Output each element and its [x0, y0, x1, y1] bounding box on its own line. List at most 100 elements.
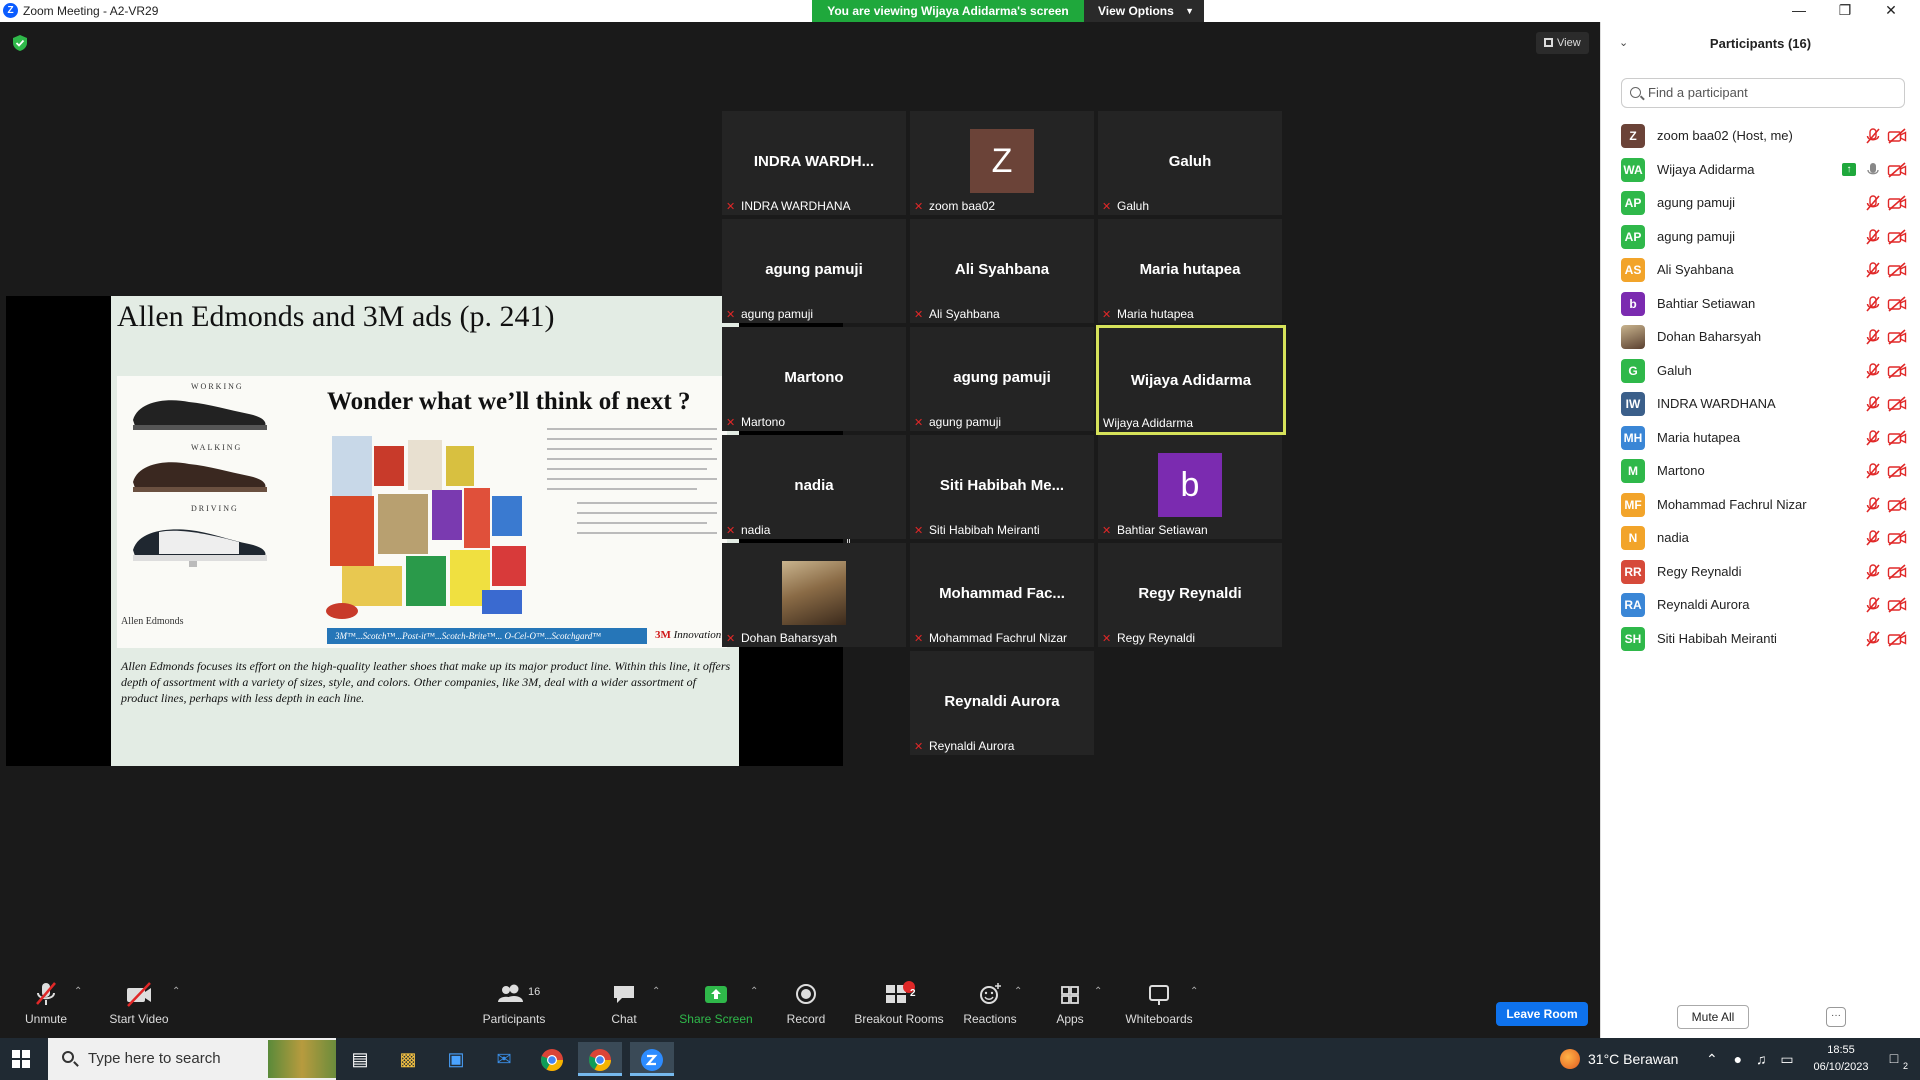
- participant-name: zoom baa02 (Host, me): [1657, 128, 1793, 143]
- camera-off-icon: [1887, 295, 1907, 312]
- close-button[interactable]: ✕: [1868, 0, 1914, 22]
- tile-name-label: Reynaldi Aurora: [929, 739, 1015, 753]
- file-explorer-icon[interactable]: ▩: [386, 1042, 430, 1076]
- participant-tile[interactable]: Mohammad Fac... ✕ Mohammad Fachrul Nizar: [910, 543, 1094, 647]
- ad-body-text: [547, 448, 712, 450]
- leave-room-button[interactable]: Leave Room: [1496, 1002, 1588, 1026]
- start-video-button[interactable]: Start Video: [104, 980, 174, 1038]
- camera-off-icon: [1887, 563, 1907, 580]
- apps-button[interactable]: Apps: [1048, 980, 1092, 1038]
- panel-title: Participants (16): [1709, 36, 1812, 51]
- chat-options-caret-icon[interactable]: ⌃: [652, 986, 660, 997]
- taskbar-clock[interactable]: 18:55 06/10/2023: [1806, 1042, 1876, 1076]
- shared-screen[interactable]: Allen Edmonds and 3M ads (p. 241) WORKIN…: [6, 296, 843, 766]
- mail-icon[interactable]: ✉: [482, 1042, 526, 1076]
- participant-tile[interactable]: b ✕ Bahtiar Setiawan: [1098, 435, 1282, 539]
- participant-name: agung pamuji: [1657, 228, 1736, 244]
- task-view-icon[interactable]: ▤: [338, 1042, 382, 1076]
- whiteboards-button[interactable]: Whiteboards: [1122, 980, 1196, 1038]
- camera-off-icon: [1887, 530, 1907, 546]
- participant-tile[interactable]: ✕ Dohan Baharsyah: [722, 543, 906, 647]
- zoom-icon[interactable]: [630, 1042, 674, 1076]
- volume-icon[interactable]: ♫: [1756, 1051, 1767, 1067]
- record-button[interactable]: Record: [780, 980, 832, 1038]
- participant-tile[interactable]: Wijaya Adidarma Wijaya Adidarma: [1096, 325, 1286, 435]
- tile-display-name: Wijaya Adidarma: [1130, 372, 1252, 389]
- view-button[interactable]: View: [1536, 32, 1589, 54]
- 3m-brand: 3M: [655, 629, 671, 641]
- shield-check-icon[interactable]: [12, 34, 28, 52]
- avatar: MH: [1621, 425, 1645, 450]
- chrome-profile-icon[interactable]: [578, 1042, 622, 1076]
- participant-tile[interactable]: Galuh ✕ Galuh: [1098, 111, 1282, 215]
- audio-options-caret-icon[interactable]: ⌃: [74, 986, 82, 997]
- taskbar-search-box[interactable]: Type here to search: [48, 1038, 336, 1080]
- view-options-button[interactable]: View Options ▼: [1084, 0, 1204, 22]
- breakout-rooms-button[interactable]: 2 Breakout Rooms: [852, 980, 946, 1038]
- chat-button[interactable]: Chat: [600, 980, 648, 1038]
- participant-tile[interactable]: nadia ✕ nadia: [722, 435, 906, 539]
- participant-tile[interactable]: Reynaldi Aurora ✕ Reynaldi Aurora: [910, 651, 1094, 755]
- participant-search-placeholder: Find a participant: [1648, 85, 1748, 100]
- participant-search-input[interactable]: Find a participant: [1621, 78, 1905, 108]
- participant-tile[interactable]: Martono ✕ Martono: [722, 327, 906, 431]
- tile-name-tag: ✕ nadia: [726, 523, 770, 537]
- camera-off-icon: [1887, 228, 1907, 245]
- tile-name-label: Siti Habibah Meiranti: [929, 523, 1040, 537]
- participant-tile[interactable]: INDRA WARDH... ✕ INDRA WARDHANA: [722, 111, 906, 215]
- avatar: Z: [970, 129, 1034, 193]
- avatar: AS: [1621, 258, 1645, 282]
- share-options-caret-icon[interactable]: ⌃: [750, 986, 758, 997]
- presentation-slide: Allen Edmonds and 3M ads (p. 241) WORKIN…: [111, 296, 739, 766]
- share-screen-button[interactable]: Share Screen: [678, 980, 754, 1038]
- mic-muted-icon: [1865, 429, 1881, 447]
- store-icon[interactable]: ▣: [434, 1042, 478, 1076]
- tile-name-label: Ali Syahbana: [929, 307, 1000, 321]
- avatar: [1621, 325, 1645, 349]
- tile-name-tag: ✕ Reynaldi Aurora: [914, 739, 1014, 753]
- participant-tile[interactable]: Z ✕ zoom baa02: [910, 111, 1094, 215]
- participant-tile[interactable]: Siti Habibah Me... ✕ Siti Habibah Meiranti: [910, 435, 1094, 539]
- participants-button[interactable]: 16 Participants: [478, 980, 550, 1038]
- restore-button[interactable]: ❐: [1822, 0, 1868, 22]
- reactions-button[interactable]: Reactions: [960, 980, 1020, 1038]
- tile-name-tag: ✕ Bahtiar Setiawan: [1102, 523, 1208, 537]
- participant-tile[interactable]: agung pamuji ✕ agung pamuji: [910, 327, 1094, 431]
- apps-caret-icon[interactable]: ⌃: [1094, 986, 1102, 997]
- avatar: IW: [1621, 392, 1645, 416]
- participant-name: Ali Syahbana: [1657, 262, 1734, 277]
- zoom-window: Z Zoom Meeting - A2-VR29 You are viewing…: [0, 0, 1920, 1080]
- participant-tile[interactable]: Ali Syahbana ✕ Ali Syahbana: [910, 219, 1094, 323]
- tile-name-label: zoom baa02: [929, 199, 996, 213]
- chrome-icon[interactable]: [530, 1042, 574, 1076]
- camera-off-icon: [1887, 329, 1907, 345]
- ad-body-text: [577, 532, 717, 534]
- more-options-button[interactable]: ···: [1826, 1007, 1846, 1027]
- mute-all-button[interactable]: Mute All: [1677, 1005, 1749, 1029]
- network-icon[interactable]: ▭: [1780, 1051, 1793, 1067]
- mic-icon: [1867, 161, 1879, 179]
- mic-muted-icon: ✕: [726, 309, 736, 321]
- participant-tile[interactable]: agung pamuji ✕ agung pamuji: [722, 219, 906, 323]
- video-options-caret-icon[interactable]: ⌃: [172, 986, 180, 997]
- microphone-icon[interactable]: ●: [1734, 1051, 1742, 1067]
- notification-center-icon[interactable]: □ 2: [1882, 1046, 1908, 1071]
- chevron-up-icon[interactable]: ⌃: [1706, 1051, 1718, 1067]
- tile-display-name: agung pamuji: [953, 369, 1051, 386]
- participant-row[interactable]: SH Siti Habibah Meiranti: [1621, 619, 1911, 660]
- tile-name-tag: ✕ INDRA WARDHANA: [726, 199, 851, 213]
- mic-muted-icon: ✕: [1102, 525, 1112, 537]
- participant-tile[interactable]: Regy Reynaldi ✕ Regy Reynaldi: [1098, 543, 1282, 647]
- mic-muted-icon: [1865, 362, 1881, 380]
- whiteboards-caret-icon[interactable]: ⌃: [1190, 986, 1198, 997]
- weather-widget[interactable]: 31°C Berawan: [1560, 1038, 1678, 1080]
- system-tray: ⌃ ● ♫ ▭: [1706, 1038, 1794, 1080]
- unmute-button[interactable]: Unmute: [18, 980, 74, 1038]
- minimize-button[interactable]: —: [1776, 0, 1822, 22]
- reactions-caret-icon[interactable]: ⌃: [1014, 986, 1022, 997]
- tile-name-label: Mohammad Fachrul Nizar: [929, 631, 1068, 645]
- participant-tile[interactable]: Maria hutapea ✕ Maria hutapea: [1098, 219, 1282, 323]
- tile-display-name: Maria hutapea: [1139, 261, 1241, 278]
- participant-name: Siti Habibah Meiranti: [1657, 630, 1777, 646]
- windows-start-icon[interactable]: [12, 1050, 30, 1068]
